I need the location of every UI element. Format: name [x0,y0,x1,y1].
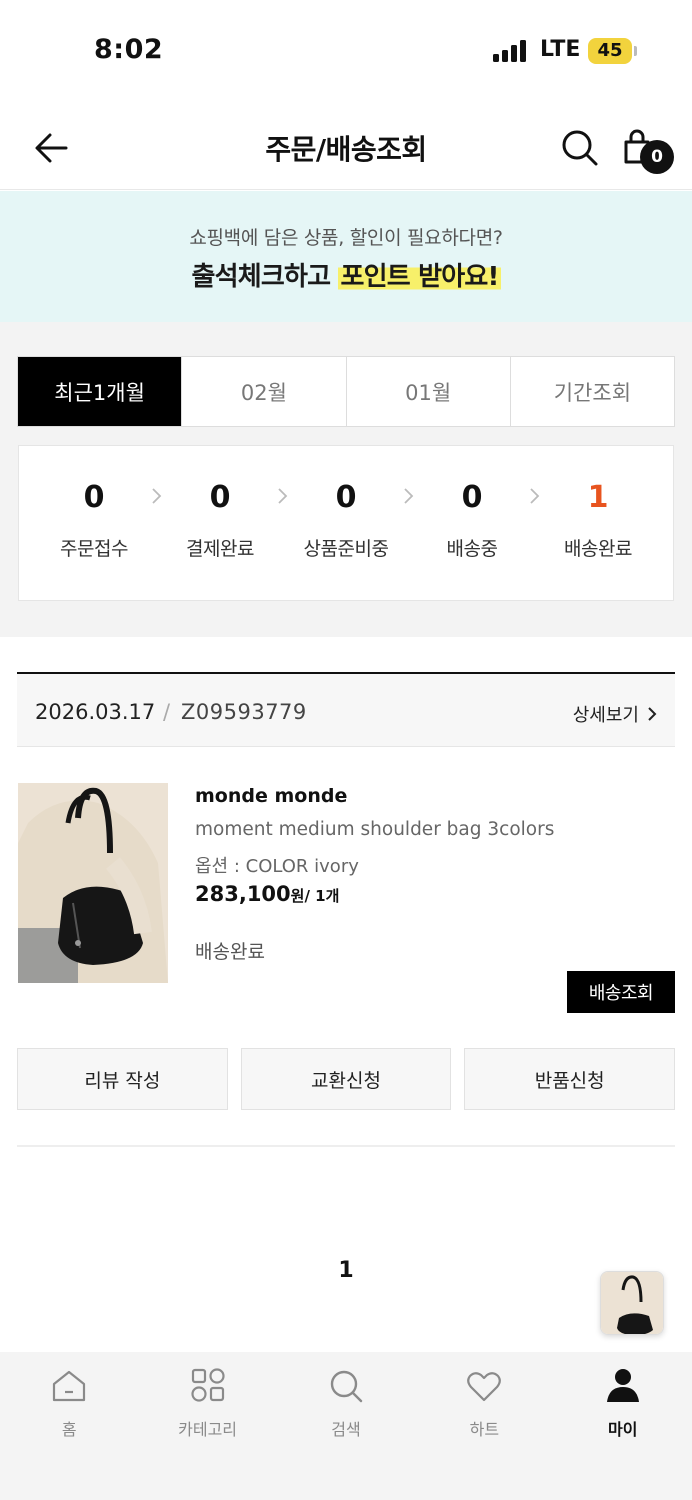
track-delivery-button[interactable]: 배송조회 [567,971,675,1013]
stage-preparing[interactable]: 0 상품준비중 [283,480,409,561]
status-time: 8:02 [94,34,164,65]
period-tabs: 최근1개월 02월 01월 기간조회 [17,356,675,427]
tab-period-search[interactable]: 기간조회 [509,357,674,426]
stage-label: 배송완료 [564,538,632,560]
stage-label: 결제완료 [186,538,254,560]
product-name[interactable]: moment medium shoulder bag 3colors [195,819,554,840]
tab-home[interactable]: 홈 [0,1352,138,1500]
order-date: 2026.03.17 [35,700,156,724]
search-button[interactable] [558,126,602,170]
stage-count: 1 [587,480,609,515]
order-status-box: 0 주문접수 0 결제완료 0 상품준비중 0 배송중 1 배송완료 [18,445,674,601]
product-brand[interactable]: monde monde [195,785,347,807]
recently-viewed-thumbnail[interactable] [600,1271,664,1335]
exchange-request-button[interactable]: 교환신청 [240,1048,452,1110]
banner-headline: 출석체크하고 포인트 받아요! [0,256,692,293]
chevron-right-icon [648,707,657,721]
person-icon [606,1369,639,1402]
network-label: LTE [540,37,581,62]
stage-delivered[interactable]: 1 배송완료 [535,480,661,561]
tab-label: 하트 [469,1420,500,1439]
order-actions: 리뷰 작성 교환신청 반품신청 [17,1048,676,1110]
cart-count-badge: 0 [640,140,674,174]
stage-label: 상품준비중 [303,538,389,560]
order-separator: / [163,700,171,724]
tab-january[interactable]: 01월 [345,357,510,426]
category-icon [190,1368,225,1402]
bag-thumbnail [601,1272,663,1334]
signal-icon [493,40,529,62]
cart-button[interactable]: 0 [618,126,678,182]
tab-heart[interactable]: 하트 [415,1352,553,1500]
tab-label: 검색 [331,1420,361,1439]
write-review-button[interactable]: 리뷰 작성 [17,1048,228,1110]
divider [17,1145,675,1147]
tab-category[interactable]: 카테고리 [138,1352,276,1500]
order-header: 2026.03.17 / Z09593779 상세보기 [17,672,675,747]
price-unit: 원/ 1개 [290,887,340,905]
page-number[interactable]: 1 [0,1258,692,1283]
product-price: 283,100원/ 1개 [195,882,339,906]
stage-count: 0 [83,480,105,515]
battery-cap [634,46,637,56]
bag-photo [18,783,168,983]
battery-icon: 45 [588,38,632,64]
heart-icon [467,1372,502,1402]
status-bar: 8:02 LTE 45 [0,0,692,100]
tab-recent-1-month[interactable]: 최근1개월 [18,357,182,426]
banner-subtitle: 쇼핑백에 담은 상품, 할인이 필요하다면? [189,227,503,249]
detail-label: 상세보기 [572,705,639,726]
price-value: 283,100 [195,882,291,906]
search-icon [330,1370,363,1403]
tab-february[interactable]: 02월 [181,357,346,426]
stage-order-received[interactable]: 0 주문접수 [31,480,157,561]
stage-count: 0 [461,480,483,515]
stage-count: 0 [335,480,357,515]
order-detail-link[interactable]: 상세보기 [573,701,657,727]
tab-my[interactable]: 마이 [554,1352,692,1500]
product-image[interactable] [18,783,168,983]
stage-count: 0 [209,480,231,515]
stage-label: 주문접수 [60,538,128,560]
tab-search[interactable]: 검색 [277,1352,415,1500]
tab-label: 마이 [608,1420,638,1439]
banner-headline-prefix: 출석체크하고 [191,262,339,292]
bottom-tab-bar: 홈 카테고리 검색 하트 마이 [0,1352,692,1500]
product-option: 옵션 : COLOR ivory [195,856,359,877]
tab-label: 홈 [61,1420,77,1439]
banner-headline-highlight: 포인트 받아요! [338,262,501,292]
tab-label: 카테고리 [178,1420,238,1439]
order-summary-section: 최근1개월 02월 01월 기간조회 0 주문접수 0 결제완료 0 상품준비중… [0,322,692,637]
stage-payment-complete[interactable]: 0 결제완료 [157,480,283,561]
item-status: 배송완료 [195,941,265,963]
return-request-button[interactable]: 반품신청 [464,1048,676,1110]
stage-shipping[interactable]: 0 배송중 [409,480,535,561]
app-header: 주문/배송조회 0 [0,100,692,190]
attendance-banner[interactable]: 쇼핑백에 담은 상품, 할인이 필요하다면? 출석체크하고 포인트 받아요! [0,191,692,322]
order-number: Z09593779 [181,700,307,724]
search-icon [562,130,598,166]
home-icon [53,1370,86,1402]
stage-label: 배송중 [446,538,498,560]
